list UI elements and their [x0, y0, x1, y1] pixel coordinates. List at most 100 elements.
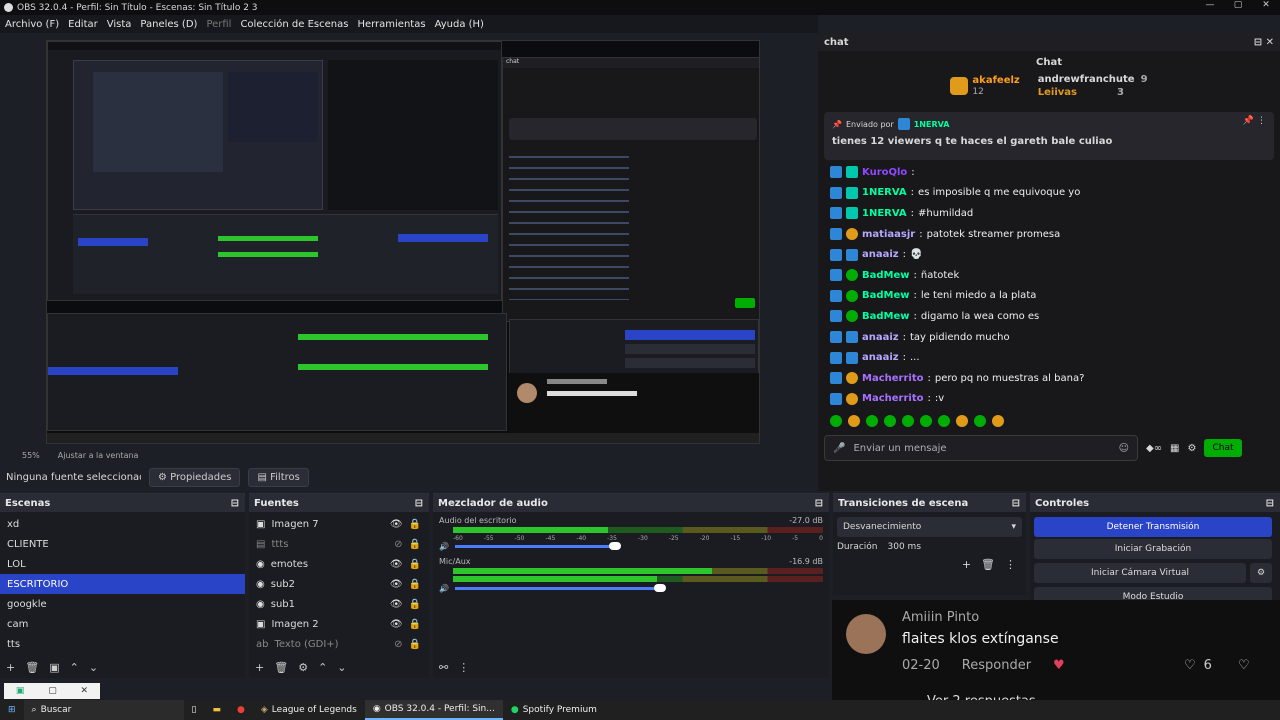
eye-off-icon[interactable]: ⊘: [394, 539, 402, 550]
scene-item-selected[interactable]: ESCRITORIO: [0, 574, 245, 594]
trash-icon[interactable]: 🗑: [274, 661, 288, 674]
emote-icon[interactable]: [992, 415, 1004, 428]
undock-icon[interactable]: ⊟: [415, 498, 423, 509]
preview-canvas[interactable]: chat: [46, 40, 760, 444]
source-item[interactable]: ▣ Imagen 7 👁 🔒: [249, 514, 429, 534]
chat-message[interactable]: anaaiz: tay pidiendo mucho: [818, 327, 1280, 348]
properties-button[interactable]: ⚙ Propiedades: [149, 467, 241, 487]
add-icon[interactable]: +: [962, 558, 971, 571]
emote-icon[interactable]: [938, 415, 950, 428]
scene-item[interactable]: xd: [0, 514, 245, 534]
eye-icon[interactable]: 👁: [390, 559, 403, 570]
chat-username[interactable]: BadMew: [862, 311, 910, 322]
menu-herramientas[interactable]: Herramientas: [357, 19, 425, 30]
chevron-up-icon[interactable]: ⌃: [318, 661, 327, 674]
chat-username[interactable]: matiaasjr: [862, 229, 915, 240]
pinned-message[interactable]: 📌 Enviado por 1NERVA tienes 12 viewers q t…: [824, 112, 1274, 160]
minimize-icon[interactable]: —: [1196, 0, 1224, 10]
transition-select[interactable]: Desvanecimiento ▾: [837, 517, 1022, 537]
menu-paneles[interactable]: Paneles (D): [140, 19, 197, 30]
trash-icon[interactable]: 🗑: [25, 661, 39, 674]
chat-message[interactable]: BadMew: ñatotek: [818, 265, 1280, 286]
emote-icon[interactable]: [956, 415, 968, 428]
source-item[interactable]: ▤ ttts ⊘ 🔒: [249, 534, 429, 554]
scene-item[interactable]: LOL: [0, 554, 245, 574]
chat-username[interactable]: 1NERVA: [862, 187, 907, 198]
menu-editar[interactable]: Editar: [68, 19, 98, 30]
source-item[interactable]: ▣ Imagen 2 👁 🔒: [249, 614, 429, 634]
volume-slider[interactable]: [454, 584, 666, 592]
gear-icon[interactable]: ⚙: [1250, 563, 1272, 583]
leader-item[interactable]: andrewfranchute 9: [1038, 74, 1148, 85]
sources-list[interactable]: ▣ Imagen 7 👁 🔒 ▤ ttts ⊘ 🔒 ◉ emotes 👁 🔒 ◉ sub2 👁 🔒 ◉ s…: [249, 512, 429, 654]
emote-icon[interactable]: [830, 415, 842, 428]
eye-icon[interactable]: 👁: [390, 519, 403, 530]
eye-off-icon[interactable]: ⊘: [394, 639, 402, 650]
chat-username[interactable]: anaaiz: [862, 332, 899, 343]
speaker-icon[interactable]: 🔊: [439, 584, 449, 593]
source-item[interactable]: ab Texto (GDI+) ⊘ 🔒: [249, 634, 429, 654]
undock-icon[interactable]: ⊟: [231, 498, 239, 509]
source-item[interactable]: ◉ sub2 👁 🔒: [249, 574, 429, 594]
chevron-up-icon[interactable]: ⌃: [70, 661, 79, 674]
windows-start-icon[interactable]: ⊞: [0, 700, 24, 720]
chat-message[interactable]: Macherrito::v: [818, 389, 1280, 410]
chat-username[interactable]: Macherrito: [862, 373, 923, 384]
task-view-icon[interactable]: ▯: [184, 700, 205, 720]
bits-icon[interactable]: ◆∞: [1146, 443, 1162, 454]
menu-vista[interactable]: Vista: [107, 19, 132, 30]
more-icon[interactable]: ⋮: [1005, 558, 1016, 571]
dislike-icon[interactable]: ♡: [1238, 658, 1250, 673]
emote-icon[interactable]: [848, 415, 860, 428]
link-icon[interactable]: ⚯: [439, 661, 448, 674]
lock-icon[interactable]: 🔒: [409, 579, 421, 590]
menu-perfil[interactable]: Perfil: [206, 19, 231, 30]
trash-icon[interactable]: 🗑: [981, 558, 995, 571]
close-icon[interactable]: ✕: [1252, 0, 1280, 10]
eye-icon[interactable]: 👁: [390, 599, 403, 610]
chat-username[interactable]: 1NERVA: [862, 208, 907, 219]
chevron-down-icon[interactable]: ⌄: [89, 661, 98, 674]
chrome-icon[interactable]: ●: [229, 700, 253, 720]
scene-item[interactable]: CLIENTE: [0, 534, 245, 554]
lock-icon[interactable]: 🔒: [409, 539, 421, 550]
duration-input[interactable]: 300 ms: [888, 542, 922, 552]
source-item[interactable]: ◉ sub1 👁 🔒: [249, 594, 429, 614]
emote-icon[interactable]: [920, 415, 932, 428]
undock-icon[interactable]: ⊟: [815, 498, 823, 509]
reply-button[interactable]: Responder: [962, 658, 1031, 673]
speaker-icon[interactable]: 🔊: [439, 542, 449, 551]
eye-icon[interactable]: 👁: [390, 579, 403, 590]
chat-message[interactable]: KuroQlo:: [818, 162, 1280, 183]
chat-username[interactable]: Macherrito: [862, 393, 923, 404]
chat-username[interactable]: BadMew: [862, 290, 910, 301]
volume-slider[interactable]: [454, 542, 621, 550]
filters-button[interactable]: ▤ Filtros: [248, 467, 309, 487]
emote-icon[interactable]: [866, 415, 878, 428]
scene-item[interactable]: googkle: [0, 594, 245, 614]
close-icon[interactable]: ✕: [81, 686, 89, 696]
chat-message[interactable]: 1NERVA: es imposible q me equivoque yo: [818, 183, 1280, 204]
undock-icon[interactable]: ⊟: [1012, 498, 1020, 509]
taskbar-app-spotify[interactable]: ● Spotify Premium: [503, 700, 605, 720]
leader-first[interactable]: akafeelz 12: [950, 74, 1020, 98]
start-recording-button[interactable]: Iniciar Grabación: [1034, 539, 1272, 559]
menu-ayuda[interactable]: Ayuda (H): [435, 19, 484, 30]
taskbar-search[interactable]: ⌕ Buscar: [23, 700, 184, 720]
menu-archivo[interactable]: Archivo (F): [5, 19, 59, 30]
chat-username[interactable]: anaaiz: [862, 249, 899, 260]
maximize-icon[interactable]: ▢: [1224, 0, 1252, 10]
fit-mode[interactable]: Ajustar a la ventana: [58, 451, 139, 460]
gear-icon[interactable]: ⚙: [1187, 443, 1196, 454]
close-icon[interactable]: ⊟ ✕: [1254, 37, 1274, 48]
emote-icon[interactable]: [902, 415, 914, 428]
eye-icon[interactable]: 👁: [390, 619, 403, 630]
folder-icon[interactable]: ▬: [205, 700, 230, 720]
lock-icon[interactable]: 🔒: [409, 599, 421, 610]
store-icon[interactable]: ▦: [1170, 443, 1179, 454]
emoji-icon[interactable]: ☺: [1119, 443, 1129, 454]
more-icon[interactable]: ⋮: [458, 661, 469, 674]
zoom-level[interactable]: 55%: [22, 451, 40, 460]
scene-item[interactable]: tts: [0, 634, 245, 654]
add-icon[interactable]: +: [6, 661, 15, 674]
